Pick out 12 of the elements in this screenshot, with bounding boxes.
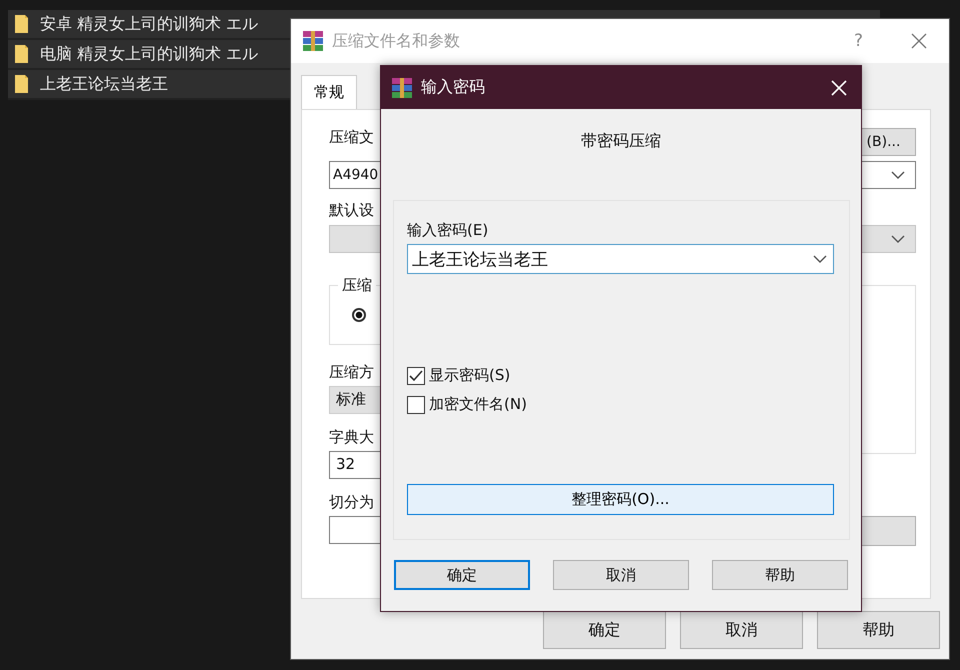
group-label: 压缩 <box>338 276 376 295</box>
field-label: 切分为 <box>329 493 374 512</box>
checkbox-label: 加密文件名(N) <box>429 395 527 414</box>
field-label: 字典大 <box>329 428 374 447</box>
window-title: 压缩文件名和参数 <box>332 30 460 52</box>
field-label: 输入密码(E) <box>407 221 488 240</box>
dialog-heading: 带密码压缩 <box>581 131 661 152</box>
window-title: 输入密码 <box>421 77 485 98</box>
field-label: 压缩文 <box>329 128 374 147</box>
field-label: 压缩方 <box>329 363 374 382</box>
checkbox-label: 显示密码(S) <box>429 366 510 385</box>
field-label: 默认设 <box>329 201 374 220</box>
